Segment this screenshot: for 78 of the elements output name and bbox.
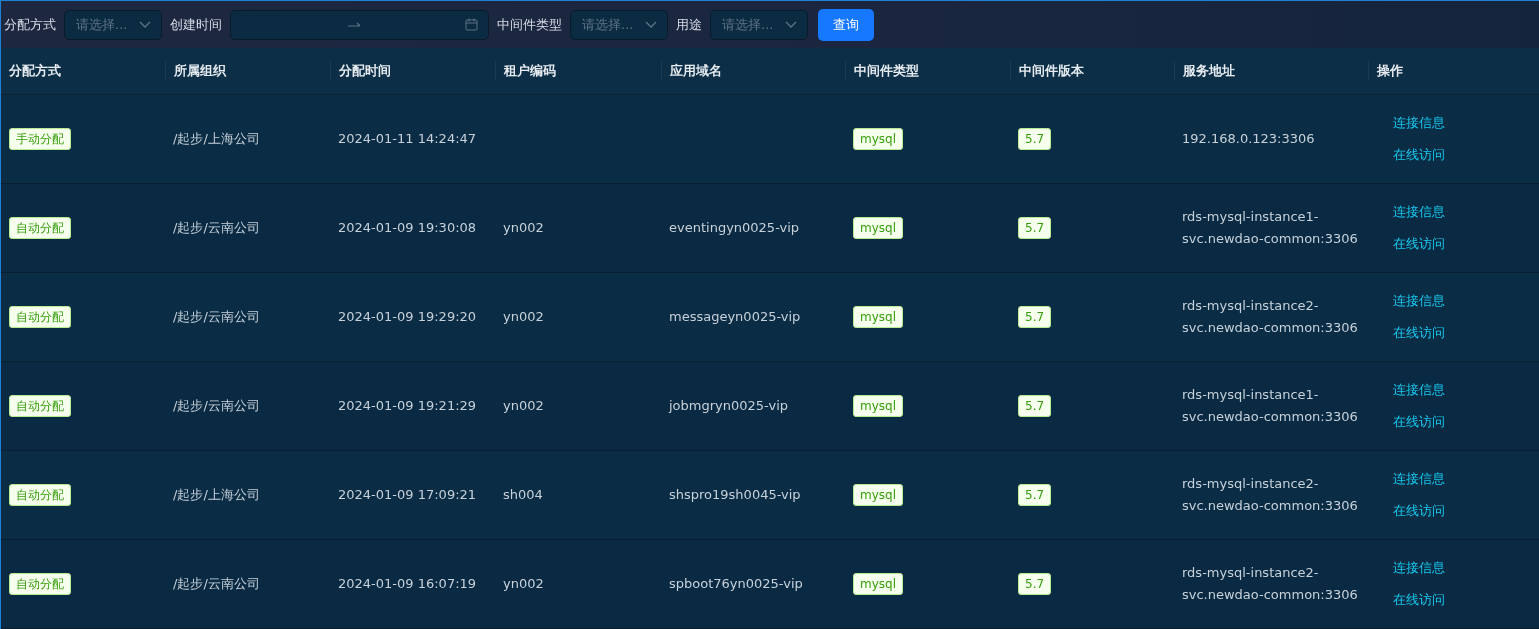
- table-cell-text: jobmgryn0025-vip: [669, 397, 788, 415]
- table-cell-text: yn002: [503, 397, 544, 415]
- type-tag: mysql: [853, 573, 903, 595]
- column-header: 应用域名: [670, 62, 722, 80]
- table-cell-text: eventingyn0025-vip: [669, 219, 800, 237]
- column-header: 服务地址: [1183, 62, 1235, 80]
- table-cell-text: rds-mysql-instance2-svc.newdao-common:3306: [1182, 564, 1359, 604]
- version-tag: 5.7: [1018, 306, 1052, 328]
- table-cell-text: 192.168.0.123:3306: [1182, 130, 1316, 148]
- table-cell-text: spboot76yn0025-vip: [669, 575, 803, 593]
- table-cell-text: 2024-01-11 14:24:47: [338, 130, 477, 148]
- type-tag: mysql: [853, 217, 903, 239]
- table-cell-text: /起步/上海公司: [173, 130, 260, 148]
- action-link[interactable]: 在线访问: [1393, 228, 1445, 260]
- chevron-down-icon: [139, 20, 151, 29]
- version-tag: 5.7: [1018, 217, 1052, 239]
- mode-tag: 自动分配: [9, 217, 71, 239]
- chevron-down-icon: [785, 20, 797, 29]
- action-link[interactable]: 在线访问: [1393, 317, 1445, 349]
- action-link[interactable]: 在线访问: [1393, 406, 1445, 438]
- column-header: 中间件类型: [854, 62, 919, 80]
- query-button[interactable]: 查询: [818, 8, 874, 41]
- table-cell-text: /起步/云南公司: [173, 397, 260, 415]
- action-link[interactable]: 连接信息: [1393, 285, 1445, 317]
- table-cell-text: 2024-01-09 16:07:19: [338, 575, 477, 593]
- column-header: 租户编码: [504, 62, 556, 80]
- action-link[interactable]: 在线访问: [1393, 139, 1445, 171]
- mode-tag: 自动分配: [9, 484, 71, 506]
- table-cell-text: yn002: [503, 575, 544, 593]
- chevron-down-icon: [645, 20, 657, 29]
- column-header: 分配方式: [9, 62, 61, 80]
- table-cell-text: rds-mysql-instance1-svc.newdao-common:3306: [1182, 208, 1359, 248]
- column-header: 中间件版本: [1019, 62, 1084, 80]
- date-range-field[interactable]: [230, 9, 489, 40]
- mode-tag: 手动分配: [9, 128, 71, 150]
- filter-label: 分配方式: [4, 15, 56, 34]
- mode-tag: 自动分配: [9, 573, 71, 595]
- action-link[interactable]: 连接信息: [1393, 463, 1445, 495]
- table-cell-text: messageyn0025-vip: [669, 308, 801, 326]
- table-cell-text: yn002: [503, 308, 544, 326]
- column-header: 所属组织: [174, 62, 226, 80]
- filter-label: 创建时间: [170, 15, 222, 34]
- table-cell-text: 2024-01-09 19:29:20: [338, 308, 477, 326]
- type-tag: mysql: [853, 484, 903, 506]
- table-cell-text: /起步/云南公司: [173, 575, 260, 593]
- table-cell-text: rds-mysql-instance2-svc.newdao-common:3306: [1182, 475, 1359, 515]
- column-header: 分配时间: [339, 62, 391, 80]
- type-tag: mysql: [853, 395, 903, 417]
- table-cell-text: shspro19sh0045-vip: [669, 486, 801, 504]
- table-cell-text: /起步/上海公司: [173, 486, 260, 504]
- table-cell-text: yn002: [503, 219, 544, 237]
- filter-label: 中间件类型: [497, 15, 562, 34]
- mode-tag: 自动分配: [9, 306, 71, 328]
- action-link[interactable]: 在线访问: [1393, 584, 1445, 616]
- table-cell-text: /起步/云南公司: [173, 219, 260, 237]
- version-tag: 5.7: [1018, 128, 1052, 150]
- version-tag: 5.7: [1018, 484, 1052, 506]
- filter-label: 用途: [676, 15, 702, 34]
- type-tag: mysql: [853, 128, 903, 150]
- table-cell-text: /起步/云南公司: [173, 308, 260, 326]
- arrow-right-icon: [348, 20, 362, 29]
- table-cell-text: 2024-01-09 19:30:08: [338, 219, 477, 237]
- table-cell-text: 2024-01-09 17:09:21: [338, 486, 477, 504]
- column-header: 操作: [1377, 62, 1403, 80]
- action-link[interactable]: 连接信息: [1393, 107, 1445, 139]
- calendar-icon: [465, 18, 478, 31]
- action-link[interactable]: 在线访问: [1393, 495, 1445, 527]
- table-cell-text: rds-mysql-instance1-svc.newdao-common:3306: [1182, 386, 1359, 426]
- table-cell-text: sh004: [503, 486, 543, 504]
- mode-tag: 自动分配: [9, 395, 71, 417]
- action-link[interactable]: 连接信息: [1393, 552, 1445, 584]
- table-cell-text: rds-mysql-instance2-svc.newdao-common:3306: [1182, 297, 1359, 337]
- table-cell-text: 2024-01-09 19:21:29: [338, 397, 477, 415]
- action-link[interactable]: 连接信息: [1393, 374, 1445, 406]
- type-tag: mysql: [853, 306, 903, 328]
- version-tag: 5.7: [1018, 395, 1052, 417]
- action-link[interactable]: 连接信息: [1393, 196, 1445, 228]
- version-tag: 5.7: [1018, 573, 1052, 595]
